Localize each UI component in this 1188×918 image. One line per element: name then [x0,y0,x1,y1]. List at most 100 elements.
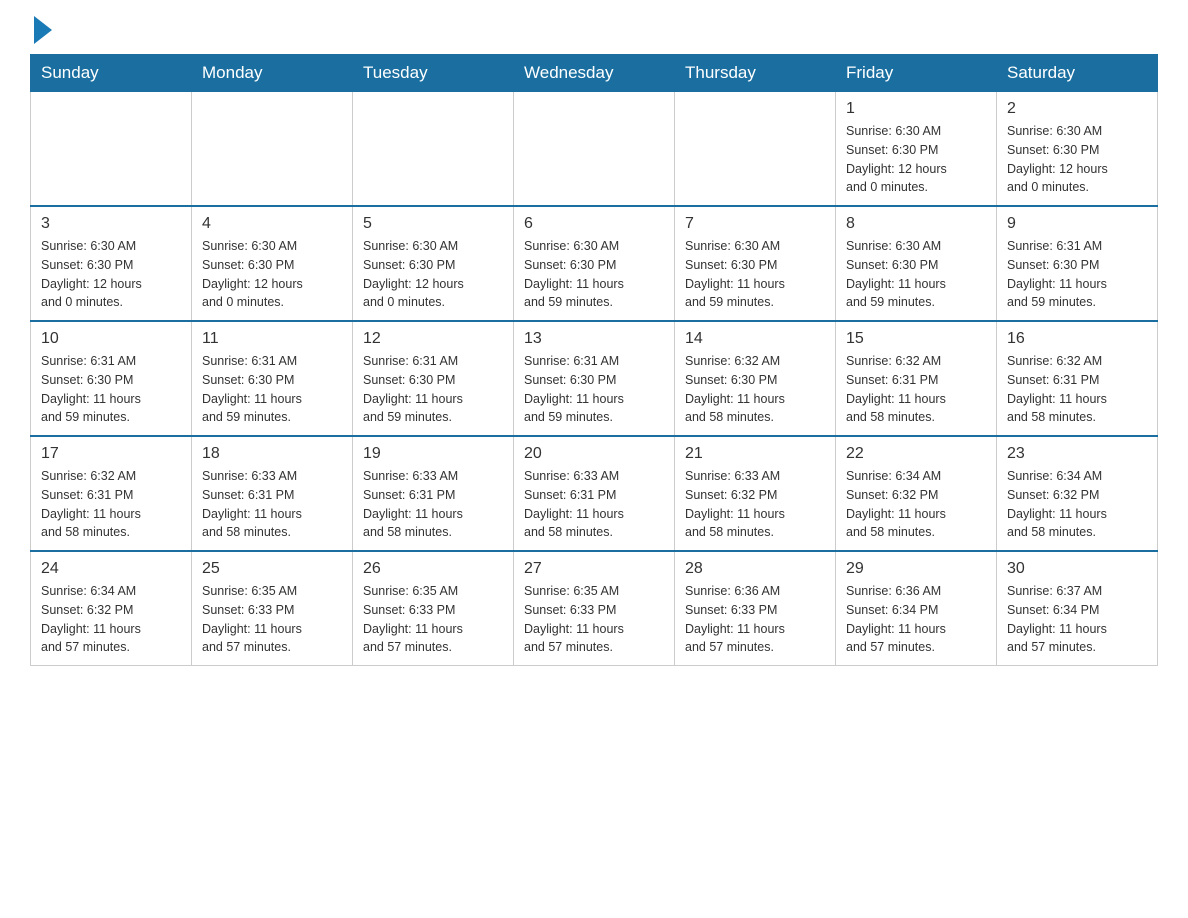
calendar-day-cell: 22 Sunrise: 6:34 AMSunset: 6:32 PMDayligh… [836,436,997,551]
day-number: 4 [202,215,342,233]
day-info: Sunrise: 6:32 AMSunset: 6:30 PMDaylight:… [685,352,825,427]
day-number: 24 [41,560,181,578]
calendar-day-cell: 19 Sunrise: 6:33 AMSunset: 6:31 PMDayligh… [353,436,514,551]
calendar-day-cell: 13 Sunrise: 6:31 AMSunset: 6:30 PMDayligh… [514,321,675,436]
calendar-week-row: 10 Sunrise: 6:31 AMSunset: 6:30 PMDayligh… [31,321,1158,436]
day-number: 11 [202,330,342,348]
day-number: 7 [685,215,825,233]
day-info: Sunrise: 6:33 AMSunset: 6:31 PMDaylight:… [202,467,342,542]
day-info: Sunrise: 6:31 AMSunset: 6:30 PMDaylight:… [41,352,181,427]
calendar-day-cell: 8 Sunrise: 6:30 AMSunset: 6:30 PMDaylight… [836,206,997,321]
day-info: Sunrise: 6:31 AMSunset: 6:30 PMDaylight:… [202,352,342,427]
day-number: 15 [846,330,986,348]
logo [30,20,68,44]
day-info: Sunrise: 6:30 AMSunset: 6:30 PMDaylight:… [1007,122,1147,197]
calendar-day-cell [353,92,514,207]
day-info: Sunrise: 6:32 AMSunset: 6:31 PMDaylight:… [1007,352,1147,427]
calendar-week-row: 3 Sunrise: 6:30 AMSunset: 6:30 PMDaylight… [31,206,1158,321]
day-number: 23 [1007,445,1147,463]
calendar-day-cell: 4 Sunrise: 6:30 AMSunset: 6:30 PMDaylight… [192,206,353,321]
calendar-day-cell: 29Sunrise: 6:36 AMSunset: 6:34 PMDayligh… [836,551,997,666]
calendar-day-cell: 3 Sunrise: 6:30 AMSunset: 6:30 PMDaylight… [31,206,192,321]
calendar-day-cell: 26 Sunrise: 6:35 AMSunset: 6:33 PMDayligh… [353,551,514,666]
calendar-day-cell [675,92,836,207]
day-info: Sunrise: 6:34 AMSunset: 6:32 PMDaylight:… [41,582,181,657]
calendar-day-cell: 20 Sunrise: 6:33 AMSunset: 6:31 PMDayligh… [514,436,675,551]
day-number: 20 [524,445,664,463]
logo-arrow-icon [34,16,52,44]
day-info: Sunrise: 6:32 AMSunset: 6:31 PMDaylight:… [846,352,986,427]
day-number: 8 [846,215,986,233]
day-number: 29 [846,560,986,578]
calendar-day-cell: 24 Sunrise: 6:34 AMSunset: 6:32 PMDayligh… [31,551,192,666]
day-number: 6 [524,215,664,233]
day-number: 10 [41,330,181,348]
day-info: Sunrise: 6:32 AMSunset: 6:31 PMDaylight:… [41,467,181,542]
day-info: Sunrise: 6:30 AMSunset: 6:30 PMDaylight:… [363,237,503,312]
day-number: 26 [363,560,503,578]
calendar-day-cell: 5 Sunrise: 6:30 AMSunset: 6:30 PMDaylight… [353,206,514,321]
day-number: 12 [363,330,503,348]
calendar-day-cell: 1Sunrise: 6:30 AMSunset: 6:30 PMDaylight… [836,92,997,207]
calendar-header-wednesday: Wednesday [514,55,675,92]
day-number: 3 [41,215,181,233]
calendar-day-cell: 28 Sunrise: 6:36 AMSunset: 6:33 PMDayligh… [675,551,836,666]
calendar-header-friday: Friday [836,55,997,92]
calendar-day-cell: 23 Sunrise: 6:34 AMSunset: 6:32 PMDayligh… [997,436,1158,551]
calendar-day-cell: 18 Sunrise: 6:33 AMSunset: 6:31 PMDayligh… [192,436,353,551]
day-number: 25 [202,560,342,578]
calendar-day-cell: 9 Sunrise: 6:31 AMSunset: 6:30 PMDaylight… [997,206,1158,321]
calendar-header-thursday: Thursday [675,55,836,92]
calendar-day-cell: 6 Sunrise: 6:30 AMSunset: 6:30 PMDaylight… [514,206,675,321]
day-info: Sunrise: 6:33 AMSunset: 6:31 PMDaylight:… [363,467,503,542]
day-number: 22 [846,445,986,463]
calendar-header-saturday: Saturday [997,55,1158,92]
day-number: 18 [202,445,342,463]
day-info: Sunrise: 6:33 AMSunset: 6:31 PMDaylight:… [524,467,664,542]
calendar-week-row: 1Sunrise: 6:30 AMSunset: 6:30 PMDaylight… [31,92,1158,207]
day-info: Sunrise: 6:35 AMSunset: 6:33 PMDaylight:… [202,582,342,657]
calendar-header-monday: Monday [192,55,353,92]
day-number: 13 [524,330,664,348]
day-number: 5 [363,215,503,233]
page-header [30,20,1158,44]
day-info: Sunrise: 6:31 AMSunset: 6:30 PMDaylight:… [1007,237,1147,312]
day-number: 27 [524,560,664,578]
day-number: 28 [685,560,825,578]
day-number: 9 [1007,215,1147,233]
calendar-day-cell: 7 Sunrise: 6:30 AMSunset: 6:30 PMDaylight… [675,206,836,321]
calendar-day-cell: 17Sunrise: 6:32 AMSunset: 6:31 PMDayligh… [31,436,192,551]
day-info: Sunrise: 6:30 AMSunset: 6:30 PMDaylight:… [202,237,342,312]
calendar-day-cell: 2Sunrise: 6:30 AMSunset: 6:30 PMDaylight… [997,92,1158,207]
day-number: 16 [1007,330,1147,348]
day-info: Sunrise: 6:33 AMSunset: 6:32 PMDaylight:… [685,467,825,542]
day-info: Sunrise: 6:30 AMSunset: 6:30 PMDaylight:… [524,237,664,312]
day-info: Sunrise: 6:31 AMSunset: 6:30 PMDaylight:… [363,352,503,427]
day-info: Sunrise: 6:34 AMSunset: 6:32 PMDaylight:… [1007,467,1147,542]
day-info: Sunrise: 6:37 AMSunset: 6:34 PMDaylight:… [1007,582,1147,657]
calendar-day-cell: 10 Sunrise: 6:31 AMSunset: 6:30 PMDayligh… [31,321,192,436]
day-number: 14 [685,330,825,348]
calendar-day-cell: 11 Sunrise: 6:31 AMSunset: 6:30 PMDayligh… [192,321,353,436]
day-info: Sunrise: 6:30 AMSunset: 6:30 PMDaylight:… [685,237,825,312]
day-info: Sunrise: 6:30 AMSunset: 6:30 PMDaylight:… [41,237,181,312]
day-info: Sunrise: 6:34 AMSunset: 6:32 PMDaylight:… [846,467,986,542]
calendar-day-cell: 25 Sunrise: 6:35 AMSunset: 6:33 PMDayligh… [192,551,353,666]
calendar-week-row: 17Sunrise: 6:32 AMSunset: 6:31 PMDayligh… [31,436,1158,551]
calendar-week-row: 24 Sunrise: 6:34 AMSunset: 6:32 PMDayligh… [31,551,1158,666]
day-info: Sunrise: 6:35 AMSunset: 6:33 PMDaylight:… [363,582,503,657]
calendar-day-cell [192,92,353,207]
calendar-day-cell: 30Sunrise: 6:37 AMSunset: 6:34 PMDayligh… [997,551,1158,666]
day-number: 19 [363,445,503,463]
day-info: Sunrise: 6:31 AMSunset: 6:30 PMDaylight:… [524,352,664,427]
calendar-header-row: SundayMondayTuesdayWednesdayThursdayFrid… [31,55,1158,92]
calendar-day-cell [31,92,192,207]
calendar-day-cell: 21 Sunrise: 6:33 AMSunset: 6:32 PMDayligh… [675,436,836,551]
day-info: Sunrise: 6:30 AMSunset: 6:30 PMDaylight:… [846,122,986,197]
calendar-day-cell: 27 Sunrise: 6:35 AMSunset: 6:33 PMDayligh… [514,551,675,666]
day-info: Sunrise: 6:36 AMSunset: 6:33 PMDaylight:… [685,582,825,657]
day-info: Sunrise: 6:35 AMSunset: 6:33 PMDaylight:… [524,582,664,657]
day-number: 21 [685,445,825,463]
calendar-table: SundayMondayTuesdayWednesdayThursdayFrid… [30,54,1158,666]
day-info: Sunrise: 6:30 AMSunset: 6:30 PMDaylight:… [846,237,986,312]
